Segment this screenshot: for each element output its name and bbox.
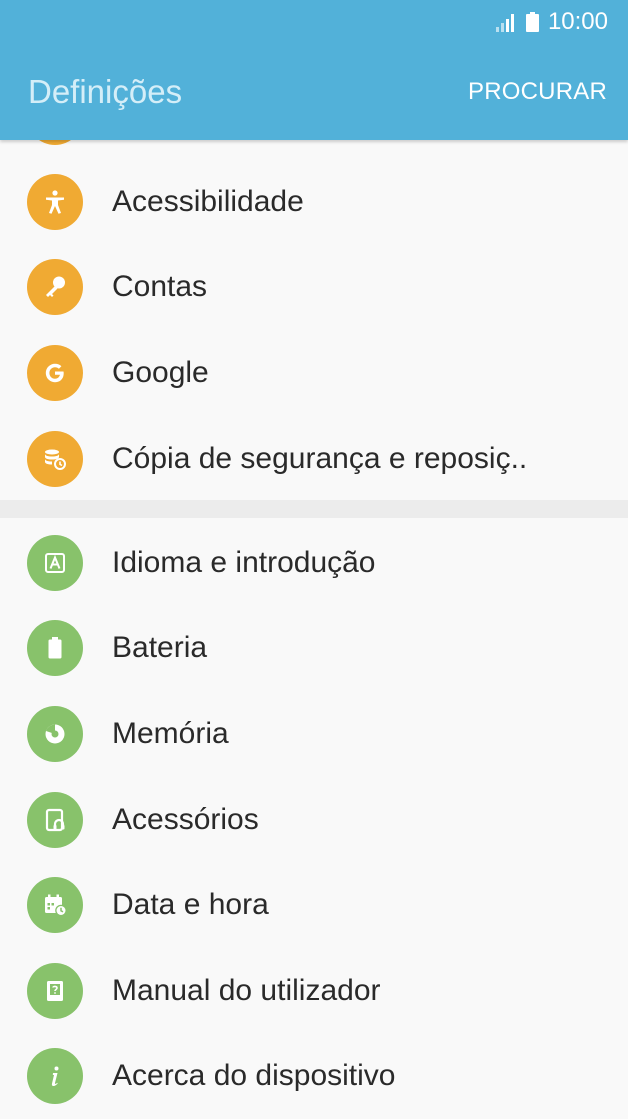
battery-icon xyxy=(27,620,83,677)
settings-item-label: Manual do utilizador xyxy=(112,973,381,1007)
settings-item-label: Idioma e introdução xyxy=(112,545,376,579)
settings-item-label: Bateria xyxy=(112,631,208,665)
status-bar: 10:00 xyxy=(495,6,608,38)
settings-item-google[interactable]: Google xyxy=(0,330,628,416)
page-title: Definições xyxy=(28,73,183,110)
storage-icon xyxy=(27,705,83,762)
settings-item-memoria[interactable]: Memória xyxy=(0,691,628,777)
settings-item-label: Acessibilidade xyxy=(112,184,304,218)
backup-icon xyxy=(27,430,83,487)
status-time: 10:00 xyxy=(547,8,608,35)
settings-item-data-e-hora[interactable]: Data e hora xyxy=(0,862,628,948)
settings-item-copia-de-seguranca[interactable]: Cópia de segurança e reposiç.. xyxy=(0,416,628,502)
accessories-icon xyxy=(27,791,83,848)
settings-item-label: Acerca do dispositivo xyxy=(112,1059,396,1093)
section-divider xyxy=(0,500,628,518)
calendar-clock-icon xyxy=(27,877,83,934)
settings-item-label: Memória xyxy=(112,716,229,750)
settings-item-acerca[interactable]: Acerca do dispositivo xyxy=(0,1034,628,1119)
settings-item-label: Contas xyxy=(112,270,208,304)
info-icon xyxy=(27,1048,83,1105)
settings-item-bateria[interactable]: Bateria xyxy=(0,606,628,692)
settings-item-acessibilidade[interactable]: Acessibilidade xyxy=(0,159,628,245)
settings-list-system: Idioma e introdução Bateria Memória Aces… xyxy=(0,520,628,1119)
language-icon xyxy=(27,534,83,591)
app-bar: 10:00 Definições PROCURAR xyxy=(0,0,628,140)
accessibility-icon xyxy=(27,173,83,230)
settings-item-acessorios[interactable]: Acessórios xyxy=(0,777,628,863)
settings-item-label: Data e hora xyxy=(112,888,269,922)
google-icon xyxy=(27,344,83,401)
key-icon xyxy=(27,259,83,316)
settings-item-contas[interactable]: Contas xyxy=(0,245,628,331)
battery-status-icon xyxy=(525,12,539,32)
settings-item-label: Cópia de segurança e reposiç.. xyxy=(112,441,528,475)
settings-item-label: Google xyxy=(112,355,209,389)
settings-list-personal: Acessibilidade Contas Google Cópia de se… xyxy=(0,159,628,501)
search-button[interactable]: PROCURAR xyxy=(468,76,607,108)
user-manual-icon xyxy=(27,962,83,1019)
settings-item-label: Acessórios xyxy=(112,802,259,836)
signal-icon xyxy=(495,14,514,32)
settings-item-idioma[interactable]: Idioma e introdução xyxy=(0,520,628,606)
settings-item-manual[interactable]: Manual do utilizador xyxy=(0,948,628,1034)
